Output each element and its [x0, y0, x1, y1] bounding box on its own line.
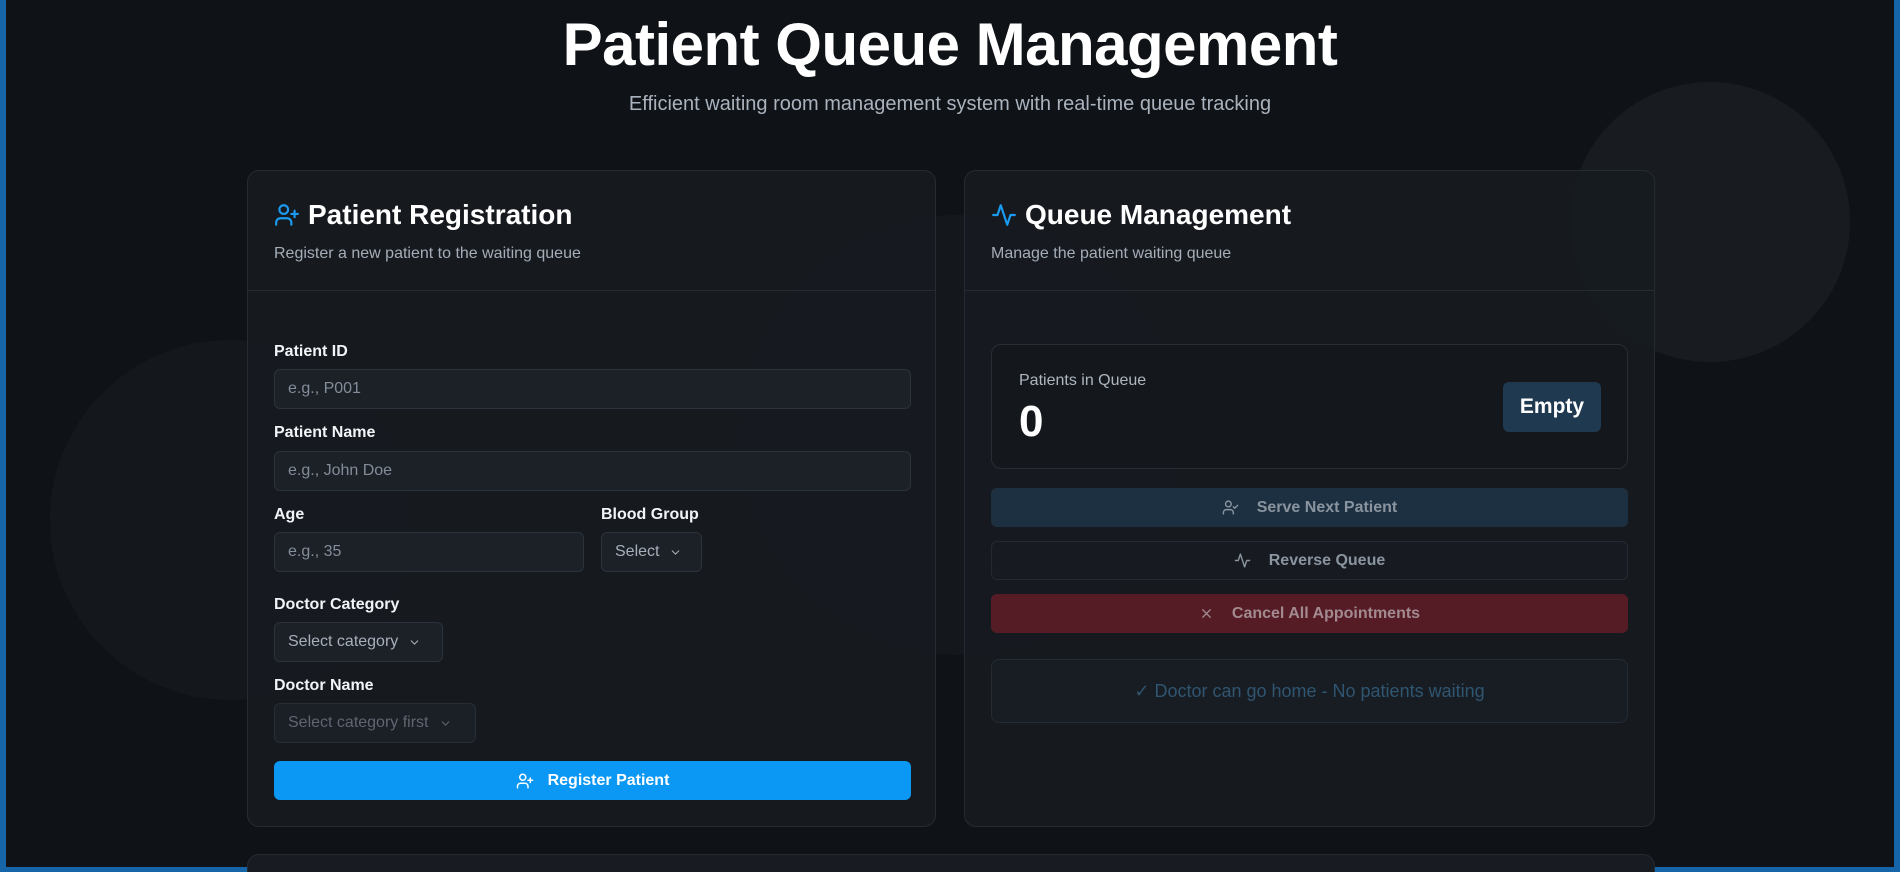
queue-count-panel: Patients in Queue 0 Empty: [991, 344, 1628, 469]
doctor-name-label: Doctor Name: [274, 677, 374, 694]
registration-card-title: Patient Registration: [274, 199, 909, 231]
blood-group-label: Blood Group: [601, 506, 699, 523]
activity-icon: [992, 204, 1016, 226]
x-icon: [1202, 609, 1211, 618]
age-label: Age: [274, 506, 305, 523]
page-subtitle: Efficient waiting room management system…: [628, 93, 1272, 115]
register-button-label: Register Patient: [547, 771, 670, 789]
queue-description: Manage the patient waiting queue: [991, 245, 1232, 262]
blood-group-select[interactable]: Select: [601, 532, 702, 572]
serve-button-label: Serve Next Patient: [1256, 498, 1398, 516]
activity-icon: [1234, 553, 1251, 568]
queue-card-title: Queue Management: [991, 199, 1628, 231]
serve-next-patient-button[interactable]: Serve Next Patient: [991, 488, 1628, 527]
patient-id-label: Patient ID: [274, 343, 348, 360]
registration-description: Register a new patient to the waiting qu…: [274, 245, 581, 262]
doctor-name-select[interactable]: Select category first: [274, 703, 476, 743]
cancel-all-appointments-button[interactable]: Cancel All Appointments: [991, 594, 1628, 633]
reverse-button-label: Reverse Queue: [1268, 551, 1386, 569]
patient-name-label: Patient Name: [274, 424, 376, 441]
patient-registration-card: Patient Registration Register a new pati…: [247, 170, 936, 827]
chevron-down-icon: [410, 639, 419, 645]
registration-title-text: Patient Registration: [308, 199, 573, 230]
status-message-text: ✓ Doctor can go home - No patients waiti…: [1134, 680, 1485, 701]
queue-card-header: Queue Management Manage the patient wait…: [965, 171, 1654, 291]
user-check-icon: [1222, 500, 1239, 515]
doctor-category-select[interactable]: Select category: [274, 622, 443, 662]
register-patient-button[interactable]: Register Patient: [274, 761, 911, 800]
chevron-down-icon: [441, 720, 449, 726]
page-header: Patient Queue Management Efficient waiti…: [0, 0, 1900, 116]
queue-management-card: Queue Management Manage the patient wait…: [964, 170, 1655, 827]
user-plus-icon: [275, 204, 299, 226]
doctor-name-value: Select category first: [288, 714, 429, 731]
queue-title-text: Queue Management: [1025, 199, 1292, 230]
chevron-down-icon: [672, 549, 680, 555]
age-input[interactable]: [274, 532, 584, 572]
blood-group-value: Select: [615, 543, 660, 560]
doctor-category-value: Select category: [288, 633, 399, 650]
window-frame-left: [0, 0, 6, 872]
doctor-category-label: Doctor Category: [274, 596, 400, 613]
page-title: Patient Queue Management: [562, 11, 1338, 78]
queue-count-value: 0: [1019, 397, 1044, 446]
window-frame-right: [1894, 0, 1900, 872]
patient-name-input[interactable]: [274, 451, 911, 491]
patient-id-input[interactable]: [274, 369, 911, 409]
next-section-card: [247, 854, 1655, 872]
queue-status-message: ✓ Doctor can go home - No patients waiti…: [991, 659, 1628, 723]
queue-count-label: Patients in Queue: [1019, 372, 1147, 389]
queue-status-badge: Empty: [1503, 382, 1601, 432]
cancel-button-label: Cancel All Appointments: [1231, 604, 1421, 622]
registration-card-header: Patient Registration Register a new pati…: [248, 171, 935, 291]
reverse-queue-button[interactable]: Reverse Queue: [991, 541, 1628, 580]
user-plus-icon: [516, 773, 533, 788]
